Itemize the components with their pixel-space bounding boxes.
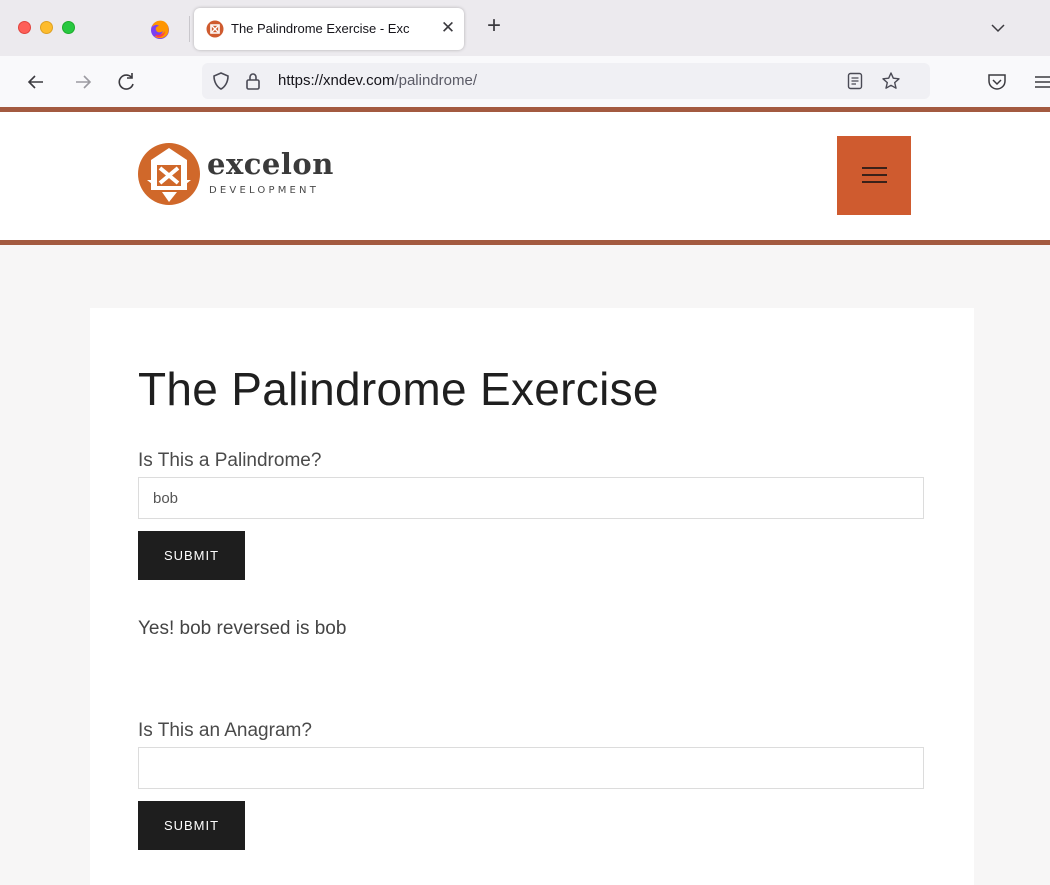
anagram-label: Is This an Anagram? [138, 720, 312, 741]
close-icon[interactable]: ✕ [438, 18, 458, 38]
shield-icon[interactable] [211, 71, 231, 91]
tab-title: The Palindrome Exercise - Exc [231, 21, 410, 36]
logo-tagline: DEVELOPMENT [209, 185, 320, 196]
page-title: The Palindrome Exercise [138, 363, 659, 415]
menu-bar-line [862, 181, 887, 183]
anagram-input[interactable] [138, 747, 924, 789]
firefox-icon[interactable] [148, 18, 172, 42]
lock-icon[interactable] [243, 71, 263, 91]
chevron-down-icon[interactable] [987, 18, 1009, 38]
site-header: excelon DEVELOPMENT [0, 112, 1050, 240]
url-text[interactable]: https://xndev.com/palindrome/ [278, 72, 477, 89]
window-zoom-button[interactable] [62, 21, 75, 34]
browser-tab-bar: The Palindrome Exercise - Exc ✕ + [0, 0, 1050, 56]
content-card: The Palindrome Exercise Is This a Palind… [90, 308, 974, 885]
anagram-submit-button[interactable]: SUBMIT [138, 801, 245, 850]
palindrome-submit-button[interactable]: SUBMIT [138, 531, 245, 580]
url-host: https://xndev.com [278, 72, 395, 89]
hamburger-menu-icon[interactable] [1032, 71, 1050, 95]
browser-nav-bar: https://xndev.com/palindrome/ [0, 56, 1050, 107]
plus-icon[interactable]: + [482, 14, 506, 39]
menu-bar-line [862, 167, 887, 169]
window-minimize-button[interactable] [40, 21, 53, 34]
excelon-logo-icon[interactable] [137, 140, 201, 208]
logo-wordmark[interactable]: excelon [207, 150, 334, 179]
url-bar[interactable]: https://xndev.com/palindrome/ [202, 63, 930, 99]
tab-separator [189, 16, 190, 42]
site-menu-button[interactable] [837, 136, 911, 215]
back-icon[interactable] [24, 70, 48, 94]
pocket-icon[interactable] [986, 71, 1010, 95]
url-path: /palindrome/ [394, 72, 477, 89]
palindrome-label: Is This a Palindrome? [138, 450, 322, 471]
palindrome-input[interactable] [138, 477, 924, 519]
header-accent-line [0, 240, 1050, 245]
palindrome-result: Yes! bob reversed is bob [138, 618, 347, 639]
forward-icon[interactable] [71, 70, 95, 94]
menu-bar-line [862, 174, 887, 176]
reload-icon[interactable] [114, 70, 138, 94]
star-icon[interactable] [881, 71, 901, 91]
site-favicon-icon [206, 20, 224, 38]
reader-view-icon[interactable] [846, 72, 864, 90]
tab-active[interactable]: The Palindrome Exercise - Exc ✕ [194, 8, 464, 50]
window-close-button[interactable] [18, 21, 31, 34]
